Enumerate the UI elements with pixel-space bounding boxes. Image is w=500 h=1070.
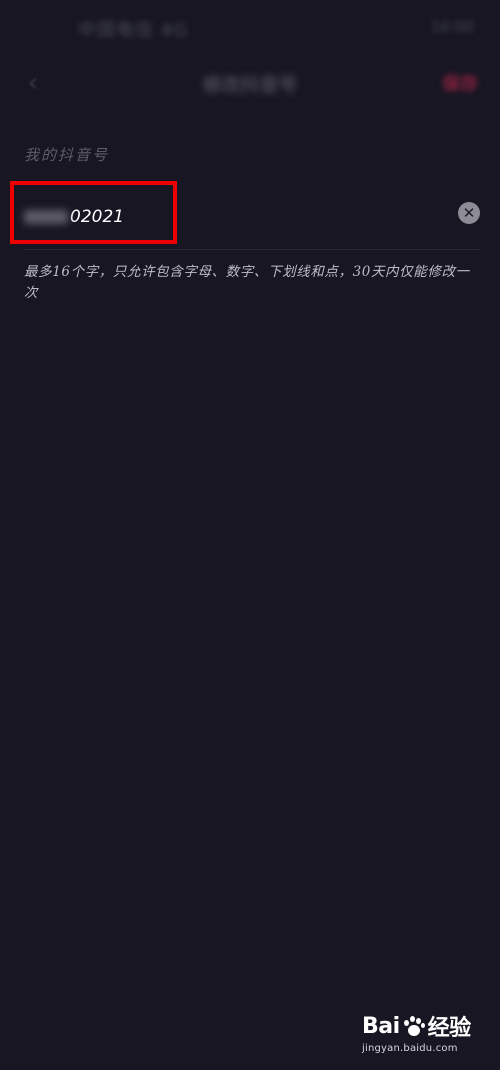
save-button[interactable]: 保存 [442,70,478,96]
status-time: 10:00 [430,18,474,36]
status-bar: 中国电信 4G 10:00 [0,0,500,56]
page-title: 修改抖音号 [202,74,298,96]
hint-text: 最多16个字，只允许包含字母、数字、下划线和点，30天内仅能修改一次 [24,264,470,301]
watermark: Bai 经验 jingyan.baidu.com [362,1010,472,1055]
divider [24,249,480,250]
section-label: 我的抖音号 [24,146,110,164]
close-circle-icon: ✕ [462,203,476,222]
watermark-brand-right: 经验 [427,1016,472,1041]
highlight-box [10,181,177,244]
paw-icon [402,1015,426,1037]
watermark-brand-left: Bai [362,1013,400,1039]
carrier-label: 中国电信 4G [78,20,189,41]
clear-button[interactable]: ✕ [458,202,480,224]
nav-bar: ‹ 修改抖音号 保存 [0,56,500,112]
watermark-url: jingyan.baidu.com [362,1043,458,1054]
watermark-logo: Bai 经验 [362,1010,472,1042]
